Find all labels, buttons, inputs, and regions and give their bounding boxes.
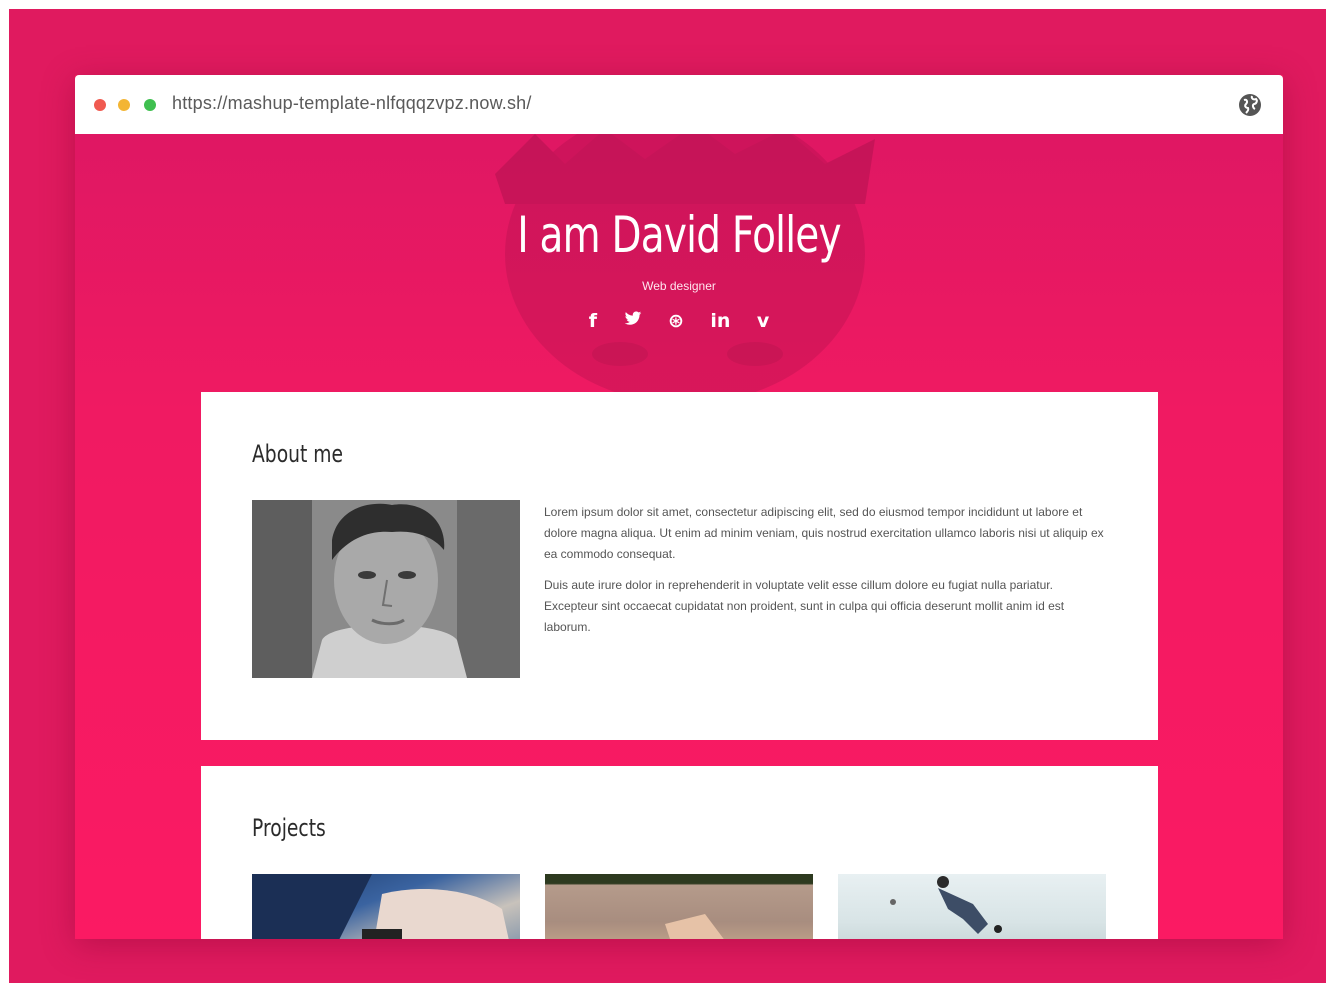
about-card: About me Lorem ipsum dolor sit amet, con… bbox=[201, 392, 1158, 740]
globe-icon[interactable] bbox=[1237, 92, 1263, 118]
about-paragraph: Lorem ipsum dolor sit amet, consectetur … bbox=[544, 505, 1104, 561]
hero-title: I am David Folley bbox=[517, 206, 841, 264]
project-thumbnail[interactable] bbox=[838, 874, 1106, 939]
vimeo-icon[interactable]: v bbox=[757, 310, 769, 332]
hero-section: I am David Folley Web designer f ⊛ in v … bbox=[75, 134, 1283, 939]
hero-background-photo bbox=[495, 134, 875, 404]
about-title: About me bbox=[252, 440, 344, 468]
facebook-icon[interactable]: f bbox=[589, 310, 597, 332]
about-paragraph: Duis aute irure dolor in reprehenderit i… bbox=[544, 578, 1065, 634]
hero-subtitle: Web designer bbox=[642, 279, 716, 293]
browser-window: https://mashup-template-nlfqqqzvpz.now.s… bbox=[75, 75, 1283, 939]
dribbble-icon[interactable]: ⊛ bbox=[668, 310, 684, 332]
project-thumbnail[interactable] bbox=[252, 874, 520, 939]
social-links: f ⊛ in v bbox=[75, 310, 1283, 332]
linkedin-icon[interactable]: in bbox=[710, 310, 730, 332]
minimize-window-dot[interactable] bbox=[118, 99, 130, 111]
url-text[interactable]: https://mashup-template-nlfqqqzvpz.now.s… bbox=[172, 93, 532, 114]
address-bar: https://mashup-template-nlfqqqzvpz.now.s… bbox=[75, 75, 1283, 134]
close-window-dot[interactable] bbox=[94, 99, 106, 111]
project-thumbnail[interactable] bbox=[545, 874, 813, 939]
twitter-icon[interactable] bbox=[624, 310, 642, 332]
projects-card: Projects bbox=[201, 766, 1158, 939]
background-frame: https://mashup-template-nlfqqqzvpz.now.s… bbox=[9, 9, 1326, 983]
projects-title: Projects bbox=[252, 814, 326, 842]
about-description: Lorem ipsum dolor sit amet, consectetur … bbox=[544, 502, 1109, 648]
maximize-window-dot[interactable] bbox=[144, 99, 156, 111]
profile-photo bbox=[252, 500, 520, 678]
